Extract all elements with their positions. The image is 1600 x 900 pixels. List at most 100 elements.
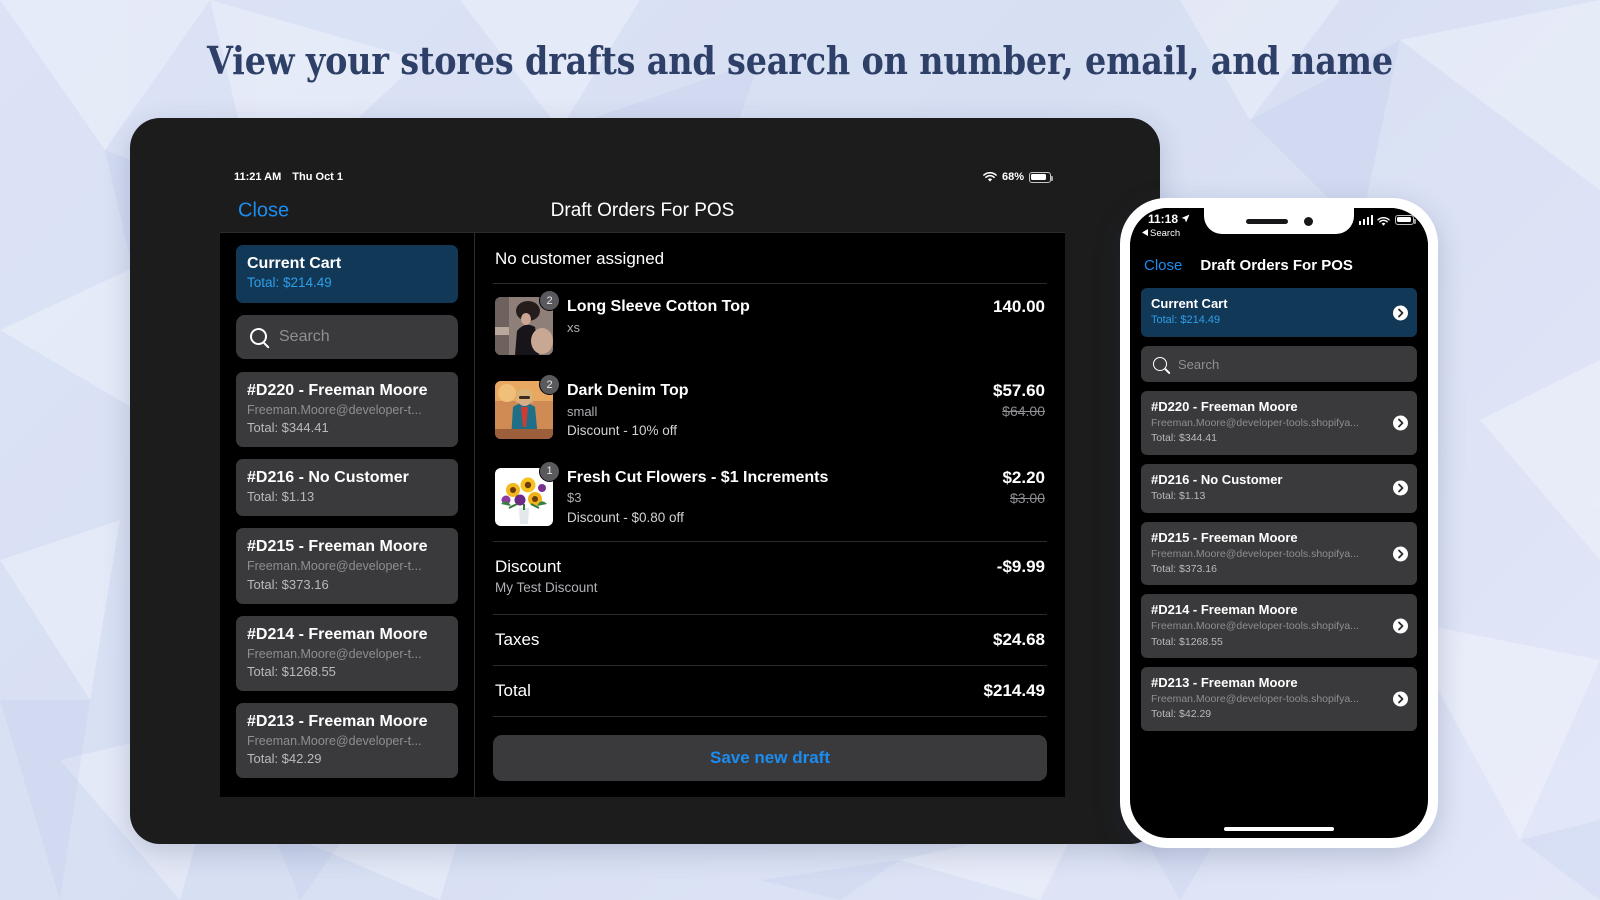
sidebar-item-draft-d215[interactable]: #D215 - Freeman Moore Freeman.Moore@deve… bbox=[236, 528, 458, 604]
draft-title: #D214 - Freeman Moore bbox=[247, 625, 428, 643]
draft-total: Total: $42.29 bbox=[247, 751, 322, 767]
line-item-variant: xs bbox=[567, 319, 580, 335]
sidebar-item-draft-d213[interactable]: #D213 - Freeman Moore Freeman.Moore@deve… bbox=[236, 703, 458, 779]
draft-total: Total: $373.16 bbox=[247, 576, 329, 592]
draft-title: #D216 - No Customer bbox=[247, 469, 409, 487]
current-cart-title: Current Cart bbox=[247, 255, 342, 272]
wifi-icon bbox=[983, 171, 997, 183]
list-item-draft-d220[interactable]: #D220 - Freeman Moore Freeman.Moore@deve… bbox=[1141, 391, 1417, 456]
page-title: View your stores drafts and search on nu… bbox=[206, 38, 1393, 83]
draft-title: #D214 - Freeman Moore bbox=[1151, 602, 1298, 618]
search-input[interactable]: Search bbox=[236, 314, 458, 359]
summary-row-discount[interactable]: Discount My Test Discount -$9.99 bbox=[493, 542, 1047, 615]
draft-total: Total: $373.16 bbox=[1151, 562, 1217, 575]
line-item[interactable]: 1 Fresh Cut Flowers - $1 Increments $3 D… bbox=[493, 455, 1047, 542]
current-cart-total: Total: $214.49 bbox=[1151, 313, 1221, 326]
line-item-variant: $3 bbox=[567, 490, 582, 506]
chevron-right-icon[interactable] bbox=[1393, 480, 1408, 496]
draft-orders-sidebar[interactable]: Current Cart Total: $214.49 Search #D220… bbox=[220, 233, 475, 797]
summary-label: Taxes bbox=[495, 629, 540, 649]
line-item-price: $57.60 bbox=[993, 381, 1045, 400]
current-cart-total: Total: $214.49 bbox=[247, 275, 332, 290]
sidebar-item-draft-d220[interactable]: #D220 - Freeman Moore Freeman.Moore@deve… bbox=[236, 371, 458, 448]
battery-percent-label: 68% bbox=[1001, 171, 1024, 183]
back-to-search-button[interactable]: Search bbox=[1142, 228, 1180, 239]
draft-total: Total: $344.41 bbox=[247, 420, 329, 436]
line-item[interactable]: 2 Dark Denim Top small Discount - 10% of… bbox=[493, 368, 1047, 455]
wifi-icon bbox=[1377, 214, 1391, 226]
nav-title: Draft Orders For POS bbox=[550, 199, 735, 221]
draft-email: Freeman.Moore@developer-t... bbox=[247, 559, 422, 574]
summary-label: Discount bbox=[495, 557, 562, 577]
draft-total: Total: $1.13 bbox=[1151, 489, 1206, 502]
summary-value: $24.68 bbox=[993, 629, 1045, 649]
tablet-screen: 11:21 AM Thu Oct 1 68% Close Draft Order… bbox=[220, 165, 1065, 797]
summary-row-total: Total $214.49 bbox=[493, 666, 1047, 717]
line-item-original-price: $3.00 bbox=[1009, 489, 1045, 506]
line-item-name: Fresh Cut Flowers - $1 Increments bbox=[567, 468, 829, 486]
battery-icon bbox=[1029, 171, 1053, 183]
draft-title: #D216 - No Customer bbox=[1151, 472, 1283, 488]
summary-value: $214.49 bbox=[983, 680, 1045, 700]
close-button[interactable]: Close bbox=[1144, 257, 1182, 274]
current-cart-title: Current Cart bbox=[1151, 296, 1228, 311]
line-item-price: $2.20 bbox=[1002, 467, 1045, 487]
draft-email: Freeman.Moore@developer-t... bbox=[247, 402, 422, 417]
chevron-right-icon[interactable] bbox=[1393, 305, 1408, 321]
chevron-right-icon[interactable] bbox=[1393, 546, 1408, 562]
status-time: 11:18 bbox=[1148, 212, 1179, 226]
line-item-variant: small bbox=[567, 403, 598, 419]
search-icon bbox=[250, 328, 267, 346]
chevron-right-icon[interactable] bbox=[1393, 415, 1408, 431]
cellular-bars-icon bbox=[1358, 214, 1373, 225]
line-item-price: 140.00 bbox=[993, 297, 1045, 316]
draft-total: Total: $1268.55 bbox=[1151, 635, 1223, 648]
line-item-discount: Discount - 10% off bbox=[567, 423, 678, 439]
tablet-device-mockup: 11:21 AM Thu Oct 1 68% Close Draft Order… bbox=[130, 118, 1160, 844]
draft-title: #D215 - Freeman Moore bbox=[247, 538, 428, 556]
draft-total: Total: $42.29 bbox=[1151, 708, 1212, 721]
list-item-draft-d216[interactable]: #D216 - No Customer Total: $1.13 bbox=[1141, 464, 1417, 513]
summary-value: -$9.99 bbox=[996, 557, 1045, 577]
list-item-draft-d213[interactable]: #D213 - Freeman Moore Freeman.Moore@deve… bbox=[1141, 667, 1417, 732]
draft-email: Freeman.Moore@developer-tools.shopifya..… bbox=[1151, 693, 1359, 706]
draft-total: Total: $344.41 bbox=[1151, 432, 1217, 445]
search-placeholder: Search bbox=[279, 327, 330, 345]
location-arrow-icon bbox=[1181, 212, 1190, 226]
phone-status-time-group: 11:18 bbox=[1148, 212, 1190, 226]
line-item-discount: Discount - $0.80 off bbox=[567, 509, 684, 525]
line-item[interactable]: 2 Long Sleeve Cotton Top xs 140.00 bbox=[493, 284, 1047, 368]
phone-screen: 11:18 Search Close Draft Orders For POS … bbox=[1130, 208, 1428, 838]
draft-title: #D220 - Freeman Moore bbox=[1151, 399, 1298, 415]
battery-icon bbox=[1395, 214, 1416, 225]
speaker-icon bbox=[1245, 218, 1288, 224]
draft-email: Freeman.Moore@developer-tools.shopifya..… bbox=[1151, 417, 1359, 430]
back-label: Search bbox=[1150, 228, 1181, 239]
phone-nav-bar: Close Draft Orders For POS bbox=[1130, 248, 1428, 282]
list-item-draft-d214[interactable]: #D214 - Freeman Moore Freeman.Moore@deve… bbox=[1141, 594, 1417, 659]
list-item-current-cart[interactable]: Current Cart Total: $214.49 bbox=[1141, 288, 1417, 338]
draft-total: Total: $1268.55 bbox=[247, 663, 336, 679]
draft-email: Freeman.Moore@developer-tools.shopifya..… bbox=[1151, 620, 1359, 633]
line-item-name: Long Sleeve Cotton Top bbox=[567, 298, 750, 315]
customer-assignment-row[interactable]: No customer assigned bbox=[493, 233, 1047, 284]
sidebar-item-draft-d214[interactable]: #D214 - Freeman Moore Freeman.Moore@deve… bbox=[236, 615, 458, 692]
phone-draft-orders-list[interactable]: Current Cart Total: $214.49 Search #D220… bbox=[1130, 282, 1428, 732]
save-new-draft-button[interactable]: Save new draft bbox=[493, 734, 1047, 781]
summary-note: My Test Discount bbox=[495, 580, 598, 596]
sidebar-item-draft-d216[interactable]: #D216 - No Customer Total: $1.13 bbox=[236, 459, 458, 517]
chevron-right-icon[interactable] bbox=[1393, 691, 1408, 707]
quantity-badge: 1 bbox=[539, 460, 560, 482]
draft-title: #D220 - Freeman Moore bbox=[247, 381, 428, 399]
search-icon bbox=[1153, 357, 1167, 372]
home-indicator[interactable] bbox=[1224, 827, 1334, 831]
draft-email: Freeman.Moore@developer-t... bbox=[247, 646, 422, 661]
search-input[interactable]: Search bbox=[1141, 346, 1417, 383]
nav-title: Draft Orders For POS bbox=[1200, 256, 1353, 274]
status-date: Thu Oct 1 bbox=[292, 171, 344, 183]
sidebar-item-current-cart[interactable]: Current Cart Total: $214.49 bbox=[236, 245, 458, 303]
line-item-original-price: $64.00 bbox=[1002, 403, 1045, 419]
chevron-right-icon[interactable] bbox=[1393, 618, 1408, 634]
list-item-draft-d215[interactable]: #D215 - Freeman Moore Freeman.Moore@deve… bbox=[1141, 521, 1417, 586]
draft-email: Freeman.Moore@developer-tools.shopifya..… bbox=[1151, 547, 1359, 560]
